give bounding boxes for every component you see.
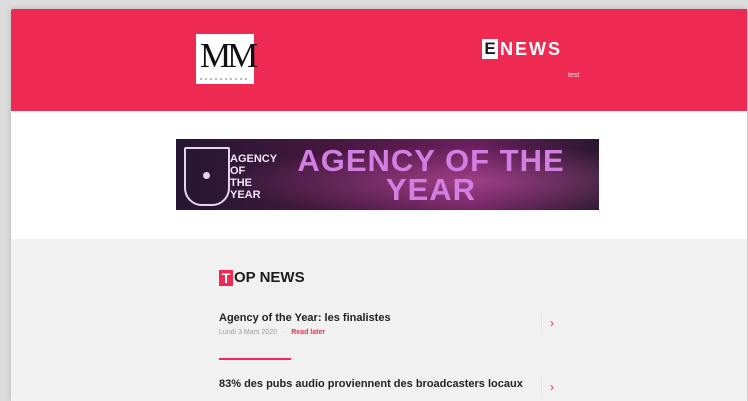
read-later-link[interactable]: Read later	[291, 329, 325, 336]
mm-logo[interactable]: MM	[196, 34, 258, 84]
badge-dot	[203, 172, 210, 179]
newsletter-header: MM E NEWS test	[11, 9, 747, 111]
top-news-heading: T OP NEWS	[219, 269, 305, 286]
agency-badge-icon	[184, 147, 230, 206]
article-divider	[219, 358, 291, 360]
article-title[interactable]: Agency of the Year: les finalistes	[219, 312, 549, 325]
meta-separator: ·	[282, 329, 286, 336]
article-item[interactable]: Agency of the Year: les finalistes Lundi…	[219, 312, 549, 336]
article-meta: Lundi 3 Mars 2020 · Read later	[219, 329, 549, 336]
banner-headline: AGENCY OF THE YEAR	[297, 143, 565, 207]
chevron-right-icon[interactable]: ›	[541, 377, 562, 397]
banner-small-label: AGENCY OF THE YEAR	[230, 153, 277, 201]
logo-strip	[200, 78, 250, 80]
enews-brand: E NEWS	[482, 38, 562, 60]
agency-of-the-year-banner[interactable]: AGENCY OF THE YEAR AGENCY OF THE YEAR	[176, 139, 599, 210]
chevron-right-icon[interactable]: ›	[541, 313, 562, 333]
mm-logo-text: MM	[200, 36, 258, 75]
article-item[interactable]: 83% des pubs audio proviennent des broad…	[219, 378, 549, 391]
enews-letter-box: E	[482, 39, 498, 59]
article-date: Lundi 3 Mars 2020	[219, 329, 277, 336]
enews-label: NEWS	[500, 38, 562, 59]
newsletter-card: MM E NEWS test AGENCY OF THE YEAR AGENCY…	[11, 9, 747, 401]
test-label: test	[568, 72, 580, 79]
top-news-letter-box: T	[219, 269, 233, 286]
article-title[interactable]: 83% des pubs audio proviennent des broad…	[219, 378, 549, 391]
top-news-label: OP NEWS	[234, 269, 305, 286]
